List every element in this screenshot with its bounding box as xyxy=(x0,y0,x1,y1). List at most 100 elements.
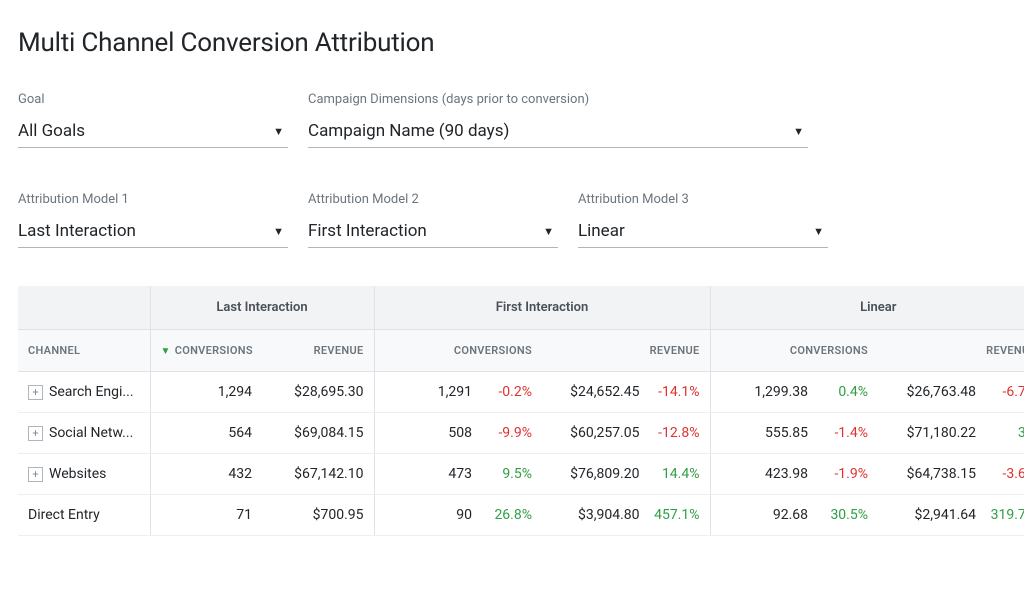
metric-pct: -3.6% xyxy=(990,466,1024,482)
channel-cell: + Search Engi... xyxy=(18,372,150,413)
expand-icon[interactable]: + xyxy=(28,467,43,482)
metric-pct: 9.5% xyxy=(486,466,532,482)
metric-cell: $28,695.30 xyxy=(262,372,374,413)
metric-value: $76,809.20 xyxy=(570,466,639,482)
sort-desc-icon: ▼ xyxy=(161,346,171,357)
col-m2-revenue[interactable]: Revenue xyxy=(542,330,710,372)
metric-cell: $60,257.05-12.8% xyxy=(542,413,710,454)
metric-cell: $71,180.223% xyxy=(878,413,1024,454)
col-m3-conversions[interactable]: Conversions xyxy=(710,330,878,372)
group-header-m2: First Interaction xyxy=(374,286,710,330)
model3-select[interactable]: Linear ▼ xyxy=(578,217,828,248)
model1-label: Attribution Model 1 xyxy=(18,192,288,207)
model3-label: Attribution Model 3 xyxy=(578,192,828,207)
chevron-down-icon: ▼ xyxy=(543,225,554,238)
col-m3-revenue[interactable]: Revenue xyxy=(878,330,1024,372)
channel-cell: Direct Entry xyxy=(18,495,150,536)
model2-label: Attribution Model 2 xyxy=(308,192,558,207)
metric-cell: 555.85 -1.4% xyxy=(710,413,878,454)
metric-value: $64,738.15 xyxy=(907,466,976,482)
metric-pct: 0.4% xyxy=(822,384,868,400)
channel-name: Social Netw... xyxy=(49,425,133,441)
group-header-blank xyxy=(18,286,150,330)
metric-value: $3,904.80 xyxy=(578,507,640,523)
col-m1-revenue[interactable]: Revenue xyxy=(262,330,374,372)
metric-pct: -1.4% xyxy=(822,425,868,441)
metric-cell: $3,904.80 457.1% xyxy=(542,495,710,536)
goal-select[interactable]: All Goals ▼ xyxy=(18,117,288,148)
metric-pct: 14.4% xyxy=(654,466,700,482)
metric-value: 473 xyxy=(448,466,472,482)
metric-value: $26,763.48 xyxy=(907,384,976,400)
metric-cell: 1,291 -0.2% xyxy=(374,372,542,413)
metric-value: 92.68 xyxy=(773,507,808,523)
metric-cell: 564 xyxy=(150,413,262,454)
chevron-down-icon: ▼ xyxy=(813,225,824,238)
metric-cell: 92.68 30.5% xyxy=(710,495,878,536)
model2-value: First Interaction xyxy=(308,221,427,241)
channel-name: Direct Entry xyxy=(28,507,100,523)
metric-value: 423.98 xyxy=(765,466,808,482)
metric-cell: 1,299.38 0.4% xyxy=(710,372,878,413)
metric-pct: 30.5% xyxy=(822,507,868,523)
metric-cell: 423.98 -1.9% xyxy=(710,454,878,495)
metric-cell: $700.95 xyxy=(262,495,374,536)
metric-pct: -12.8% xyxy=(654,425,700,441)
metric-cell: $2,941.64 319.7% xyxy=(878,495,1024,536)
expand-icon[interactable]: + xyxy=(28,385,43,400)
channel-cell: + Social Netw... xyxy=(18,413,150,454)
metric-value: 90 xyxy=(456,507,472,523)
metric-pct: -1.9% xyxy=(822,466,868,482)
metric-pct: 457.1% xyxy=(654,507,700,523)
metric-pct: 26.8% xyxy=(486,507,532,523)
metric-value: 1,299.38 xyxy=(754,384,808,400)
metric-pct: 319.7% xyxy=(990,507,1024,523)
channel-name: Search Engi... xyxy=(49,384,134,400)
campaign-select[interactable]: Campaign Name (90 days) ▼ xyxy=(308,117,808,148)
metric-cell: 71 xyxy=(150,495,262,536)
metric-cell: 90 26.8% xyxy=(374,495,542,536)
model3-value: Linear xyxy=(578,221,625,241)
chevron-down-icon: ▼ xyxy=(793,125,804,138)
metric-cell: 1,294 xyxy=(150,372,262,413)
page-title: Multi Channel Conversion Attribution xyxy=(18,28,1006,58)
metric-cell: 508 -9.9% xyxy=(374,413,542,454)
metric-cell: 432 xyxy=(150,454,262,495)
metric-cell: 473 9.5% xyxy=(374,454,542,495)
col-channel[interactable]: Channel xyxy=(18,330,150,372)
goal-label: Goal xyxy=(18,92,288,107)
campaign-value: Campaign Name (90 days) xyxy=(308,121,509,141)
metric-pct: -0.2% xyxy=(486,384,532,400)
table-row: + Search Engi... 1,294$28,695.30 1,291 -0.2%… xyxy=(18,372,1024,413)
campaign-label: Campaign Dimensions (days prior to conve… xyxy=(308,92,808,107)
metric-value: 555.85 xyxy=(765,425,808,441)
attribution-table: Last Interaction First Interaction Linea… xyxy=(18,286,1024,536)
metric-value: 508 xyxy=(448,425,472,441)
metric-pct: -6.7% xyxy=(990,384,1024,400)
metric-value: $2,941.64 xyxy=(914,507,976,523)
table-row: + Social Netw... 564$69,084.15 508 -9.9% $60,… xyxy=(18,413,1024,454)
metric-cell: $67,142.10 xyxy=(262,454,374,495)
group-header-m1: Last Interaction xyxy=(150,286,374,330)
metric-cell: $64,738.15 -3.6% xyxy=(878,454,1024,495)
channel-cell: + Websites xyxy=(18,454,150,495)
metric-pct: -9.9% xyxy=(486,425,532,441)
model1-select[interactable]: Last Interaction ▼ xyxy=(18,217,288,248)
metric-cell: $24,652.45 -14.1% xyxy=(542,372,710,413)
expand-icon[interactable]: + xyxy=(28,426,43,441)
metric-cell: $26,763.48 -6.7% xyxy=(878,372,1024,413)
metric-value: $24,652.45 xyxy=(570,384,639,400)
metric-cell: $69,084.15 xyxy=(262,413,374,454)
group-header-m3: Linear xyxy=(710,286,1024,330)
col-m1-conversions[interactable]: ▼Conversions xyxy=(150,330,262,372)
model2-select[interactable]: First Interaction ▼ xyxy=(308,217,558,248)
chevron-down-icon: ▼ xyxy=(273,125,284,138)
metric-pct: -14.1% xyxy=(654,384,700,400)
metric-cell: $76,809.20 14.4% xyxy=(542,454,710,495)
goal-value: All Goals xyxy=(18,121,85,141)
table-row: Direct Entry 71$700.95 90 26.8% $3,904.80 457… xyxy=(18,495,1024,536)
col-m2-conversions[interactable]: Conversions xyxy=(374,330,542,372)
channel-name: Websites xyxy=(49,466,106,482)
metric-pct: 3% xyxy=(990,425,1024,441)
metric-value: 1,291 xyxy=(438,384,472,400)
